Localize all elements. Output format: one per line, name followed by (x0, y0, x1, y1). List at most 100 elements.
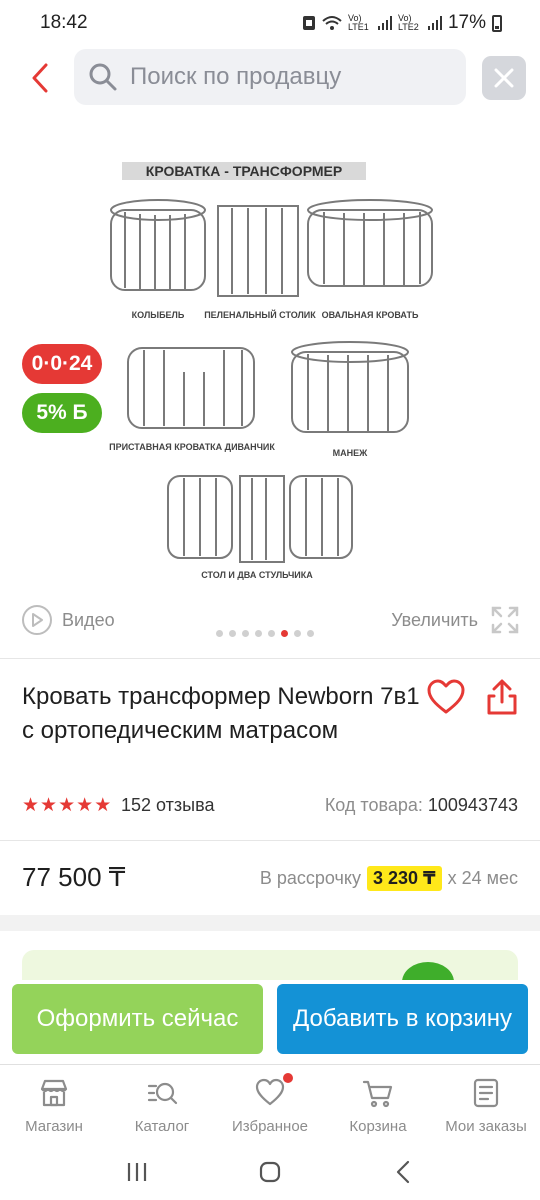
system-nav-bar (0, 1144, 540, 1200)
divider (0, 840, 540, 841)
cart-icon (362, 1080, 393, 1108)
close-button[interactable] (482, 56, 526, 100)
search-box[interactable] (74, 49, 466, 105)
nav-item-store[interactable]: Магазин (0, 1065, 108, 1144)
signal2-icon (427, 16, 442, 30)
pagination-dot[interactable] (307, 630, 314, 637)
promo-banner[interactable] (22, 950, 518, 980)
image-label-table-chairs: СТОЛ И ДВА СТУЛЬЧИКА (201, 570, 313, 580)
orders-icon (473, 1078, 499, 1108)
rating-stars: ★ ★ ★ ★ ★ (22, 794, 111, 817)
sku-value: 100943743 (427, 795, 518, 815)
status-icons: Vo) LTE1 Vo) LTE2 17% (302, 12, 502, 34)
installment-label: В рассрочку (259, 868, 361, 888)
wifi-icon (322, 16, 342, 30)
recent-apps-icon (127, 1163, 146, 1181)
zoom-button[interactable]: Увеличить (391, 605, 520, 635)
nav-item-cart[interactable]: Корзина (324, 1065, 432, 1144)
notification-icon (302, 16, 315, 30)
chevron-left-icon (397, 1160, 410, 1184)
rating-row: ★ ★ ★ ★ ★ 152 отзыва Код товара: 100943743 (22, 794, 522, 818)
add-to-cart-button[interactable]: Добавить в корзину (277, 984, 528, 1054)
star-icon: ★ (58, 795, 76, 816)
catalog-search-icon (147, 1082, 178, 1105)
image-label-oval-bed: ОВАЛЬНАЯ КРОВАТЬ (322, 310, 419, 320)
pagination-dot[interactable] (229, 630, 236, 637)
close-icon (494, 68, 514, 88)
battery-icon (492, 14, 502, 32)
pagination-dot[interactable] (294, 630, 301, 637)
image-label-changing-table: ПЕЛЕНАЛЬНЫЙ СТОЛИК (204, 309, 316, 320)
heart-icon (255, 1078, 285, 1106)
home-button[interactable] (250, 1152, 290, 1192)
sku-label: Код товара: (324, 795, 423, 815)
store-icon (40, 1079, 68, 1107)
status-bar: 18:42 Vo) LTE1 Vo) LTE2 17% (0, 0, 540, 46)
installment-badge: 0·0·24 (22, 344, 102, 384)
pagination-dot[interactable] (255, 630, 262, 637)
video-button[interactable]: Видео (22, 605, 115, 635)
header (0, 48, 540, 108)
battery-percent: 17% (447, 12, 486, 33)
bonus-badge: 5% Б (22, 393, 102, 433)
notification-dot (283, 1073, 293, 1083)
nav-item-favorites[interactable]: Избранное (216, 1065, 324, 1144)
star-icon: ★ (94, 795, 112, 816)
image-label-sofa-crib: ПРИСТАВНАЯ КРОВАТКА ДИВАНЧИК (109, 442, 275, 452)
nav-label-catalog: Каталог (134, 1118, 190, 1135)
status-time: 18:42 (40, 12, 88, 33)
pagination-dot[interactable] (216, 630, 223, 637)
nav-label-cart: Корзина (349, 1118, 407, 1135)
product-image[interactable]: КРОВАТКА - ТРАНСФОРМЕР КОЛЫБЕЛЬ ПЕЛЕНАЛЬ… (100, 150, 440, 590)
heart-icon (427, 679, 465, 714)
installment-amount: 3 230 ₸ (367, 866, 442, 891)
star-icon: ★ (40, 795, 58, 816)
favorite-button[interactable] (426, 678, 466, 718)
image-title: КРОВАТКА - ТРАНСФОРМЕР (146, 163, 342, 179)
price: 77 500 ₸ (22, 862, 126, 892)
play-icon (22, 605, 52, 635)
product-title: Кровать трансформер Newborn 7в1 с ортопе… (22, 683, 420, 744)
video-label: Видео (62, 609, 115, 630)
back-button[interactable] (22, 58, 58, 98)
nav-label-orders: Мои заказы (445, 1118, 527, 1135)
chevron-left-icon (32, 63, 48, 93)
recent-apps-button[interactable] (117, 1152, 157, 1192)
search-input[interactable] (130, 63, 450, 91)
installment-term: х 24 мес (447, 868, 518, 888)
system-back-button[interactable] (383, 1152, 423, 1192)
reviews-link[interactable]: 152 отзыва (121, 795, 214, 816)
pagination-dot-active[interactable] (281, 630, 288, 637)
zoom-label: Увеличить (391, 609, 478, 630)
gallery-pagination (216, 630, 314, 637)
section-separator (0, 915, 540, 931)
search-icon (89, 63, 117, 91)
price-row: 77 500 ₸ В рассрочку 3 230 ₸ х 24 мес (22, 860, 522, 896)
nav-label-store: Магазин (25, 1118, 83, 1135)
pagination-dot[interactable] (242, 630, 249, 637)
nav-item-orders[interactable]: Мои заказы (432, 1065, 540, 1144)
bottom-nav: Магазин Каталог Избранное Корзина Мои за… (0, 1064, 540, 1144)
divider (0, 658, 540, 659)
star-icon: ★ (22, 795, 40, 816)
network2-label: Vo) LTE2 (397, 13, 419, 32)
buy-now-button[interactable]: Оформить сейчас (12, 984, 263, 1054)
media-controls: Видео Увеличить (0, 600, 540, 642)
promo-graphic (402, 962, 454, 980)
image-label-playpen: МАНЕЖ (333, 448, 368, 458)
sku: Код товара: 100943743 (325, 795, 518, 816)
home-icon (259, 1161, 281, 1183)
nav-item-catalog[interactable]: Каталог (108, 1065, 216, 1144)
share-button[interactable] (484, 678, 520, 718)
signal1-icon (377, 16, 392, 30)
network1-label: Vo) LTE1 (347, 13, 369, 32)
star-icon: ★ (76, 795, 94, 816)
nav-label-favorites: Избранное (231, 1118, 309, 1135)
installment-info[interactable]: В рассрочку 3 230 ₸ х 24 мес (260, 866, 518, 891)
crib-illustration: КРОВАТКА - ТРАНСФОРМЕР КОЛЫБЕЛЬ ПЕЛЕНАЛЬ… (100, 150, 440, 590)
expand-icon (491, 606, 519, 634)
action-bar: Оформить сейчас Добавить в корзину (0, 984, 540, 1064)
image-label-cradle: КОЛЫБЕЛЬ (132, 310, 185, 320)
pagination-dot[interactable] (268, 630, 275, 637)
share-icon (487, 679, 517, 715)
